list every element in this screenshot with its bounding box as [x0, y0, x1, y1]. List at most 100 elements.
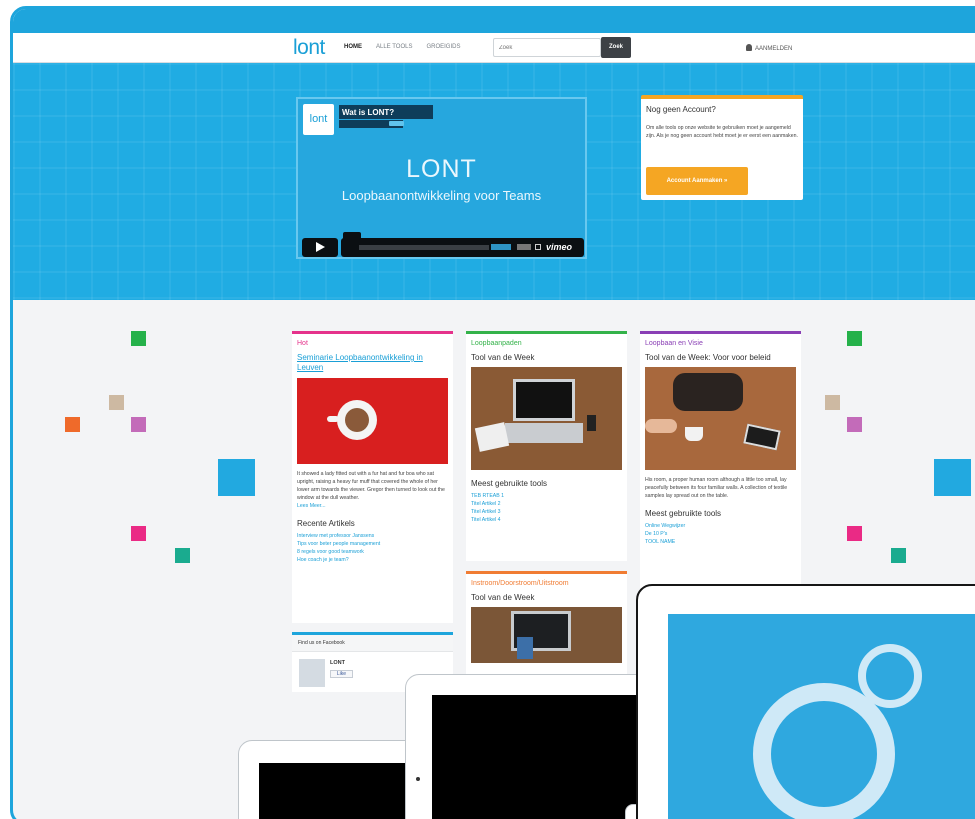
card-hot-text: It showed a lady fitted out with a fur h… — [297, 471, 445, 501]
recent-article[interactable]: 8 regels voor good teamwork — [292, 548, 453, 556]
decor-square — [847, 331, 862, 346]
decor-square — [825, 395, 840, 410]
monitor-device — [636, 584, 975, 819]
recent-articles-head: Recente Artikels — [297, 519, 355, 528]
card-vision-tools-head: Meest gebruikte tools — [645, 509, 722, 518]
volume-bar[interactable] — [491, 244, 511, 250]
card-vision-head: Loopbaan en Visie — [645, 340, 703, 347]
hero-banner: lont Wat is LONT? LONT Loopbaanontwikkel… — [13, 63, 975, 300]
tablet-device-center — [405, 674, 675, 819]
card-flow-head: Instroom/Doorstroom/Uitstroom — [471, 580, 569, 587]
card-instroom: Instroom/Doorstroom/Uitstroom Tool van d… — [466, 571, 627, 691]
fullscreen-icon[interactable] — [535, 244, 541, 250]
nav-home[interactable]: HOME — [344, 44, 362, 50]
monitor-screen — [668, 614, 975, 819]
tablet-screen — [259, 763, 409, 819]
recent-article[interactable]: Tips voor beter people management — [292, 540, 453, 548]
tablet-device-left — [238, 740, 428, 819]
tool-link[interactable]: Titel Artikel 2 — [466, 500, 627, 508]
login-link[interactable]: AANMELDEN — [746, 44, 792, 52]
recent-article[interactable]: Hoe coach je je team? — [292, 556, 453, 564]
play-button[interactable] — [302, 238, 338, 257]
video-controls: vimeo — [341, 232, 584, 257]
recent-article[interactable]: Interview met professor Janssens — [292, 532, 453, 540]
hand — [645, 419, 677, 433]
tool-link[interactable]: Titel Artikel 3 — [466, 508, 627, 516]
create-account-button[interactable]: Account Aanmaken » — [646, 167, 748, 195]
nav-links: HOME ALLE TOOLS GROEIGIDS — [344, 44, 460, 50]
decor-square — [847, 526, 862, 541]
coffee-handle — [327, 416, 339, 422]
tool-link[interactable]: De 10 P's — [640, 530, 801, 538]
card-paths-title: Tool van de Week — [471, 353, 535, 362]
decor-square — [109, 395, 124, 410]
decor-square — [847, 417, 862, 432]
vimeo-logo[interactable]: vimeo — [546, 242, 572, 252]
nav-groeigids[interactable]: GROEIGIDS — [426, 44, 460, 50]
tablet — [743, 423, 781, 451]
video-player[interactable]: lont Wat is LONT? LONT Loopbaanontwikkel… — [296, 97, 587, 259]
site-logo[interactable]: lont — [293, 36, 325, 60]
search-button[interactable]: Zoek — [601, 37, 631, 58]
facebook-avatar[interactable] — [299, 659, 325, 687]
tablet-laptop-image — [471, 607, 622, 663]
time-indicator — [343, 232, 361, 240]
card-hot-more[interactable]: Lees Meer... — [292, 502, 453, 510]
tablet-camera — [416, 777, 420, 781]
card-paths-tools-head: Meest gebruikte tools — [471, 479, 548, 488]
laptop-screen — [513, 379, 575, 421]
card-vision-title: Tool van de Week: Voor voor beleid — [645, 353, 771, 362]
tool-link[interactable]: TEB RTEAB 1 — [466, 492, 627, 500]
ring-dot — [858, 644, 922, 708]
card-hot-link[interactable]: Seminarie Loopbaanontwikkeling in Leuven — [292, 351, 453, 378]
card-loopbaan-visie: Loopbaan en Visie Tool van de Week: Voor… — [640, 331, 801, 589]
progress-bar[interactable] — [359, 245, 489, 250]
decor-square — [65, 417, 80, 432]
coffee-image — [297, 378, 448, 464]
tool-link[interactable]: Titel Artikel 4 — [466, 516, 627, 524]
card-paths-head: Loopbaanpaden — [471, 340, 522, 347]
video-byline-badge — [389, 121, 404, 126]
page: lont HOME ALLE TOOLS GROEIGIDS Zoek AANM… — [0, 0, 975, 819]
video-subtitle: Loopbaanontwikkeling voor Teams — [341, 188, 542, 203]
decor-square — [934, 459, 971, 496]
decor-square — [131, 526, 146, 541]
navbar: lont HOME ALLE TOOLS GROEIGIDS Zoek AANM… — [13, 33, 975, 63]
card-flow-title: Tool van de Week — [471, 593, 535, 602]
tool-link[interactable]: TOOL NAME — [640, 538, 801, 546]
logo-ring-icon — [753, 644, 922, 819]
ring-outer — [753, 683, 895, 819]
card-vision-text: His room, a proper human room although a… — [645, 477, 788, 499]
login-label: AANMELDEN — [755, 46, 793, 52]
decor-square — [891, 548, 906, 563]
video-channel-logo[interactable]: lont — [303, 104, 334, 135]
account-title: Nog geen Account? — [646, 105, 716, 114]
jacket — [673, 373, 743, 411]
tool-link[interactable]: Online Wegwijzer — [640, 522, 801, 530]
video-big-title: LONT — [406, 155, 477, 183]
facebook-like-button[interactable]: Like — [330, 670, 353, 678]
nav-all-tools[interactable]: ALLE TOOLS — [376, 44, 412, 50]
frame-top-edge — [13, 9, 975, 33]
card-hot: Hot Seminarie Loopbaanontwikkeling in Le… — [292, 331, 453, 623]
search-input[interactable] — [493, 38, 601, 57]
coffee-liquid — [345, 408, 369, 432]
account-box: Nog geen Account? Om alle tools op onze … — [641, 95, 803, 200]
laptop-base — [505, 423, 583, 443]
notebook — [474, 422, 510, 452]
card-hot-head: Hot — [297, 340, 308, 347]
facebook-page-name[interactable]: LONT — [330, 660, 345, 666]
hd-icon[interactable] — [517, 244, 531, 250]
decor-square — [175, 548, 190, 563]
laptop-image — [471, 367, 622, 470]
phone — [517, 637, 533, 659]
account-text: Om alle tools op onze website te gebruik… — [646, 125, 798, 139]
decor-square — [131, 331, 146, 346]
card-loopbaanpaden: Loopbaanpaden Tool van de Week Meest geb… — [466, 331, 627, 561]
phone — [587, 415, 596, 431]
video-title[interactable]: Wat is LONT? — [339, 105, 433, 119]
decor-square — [131, 417, 146, 432]
facebook-head: Find us on Facebook — [292, 635, 453, 652]
user-icon — [746, 44, 752, 51]
meeting-table-image — [645, 367, 796, 470]
